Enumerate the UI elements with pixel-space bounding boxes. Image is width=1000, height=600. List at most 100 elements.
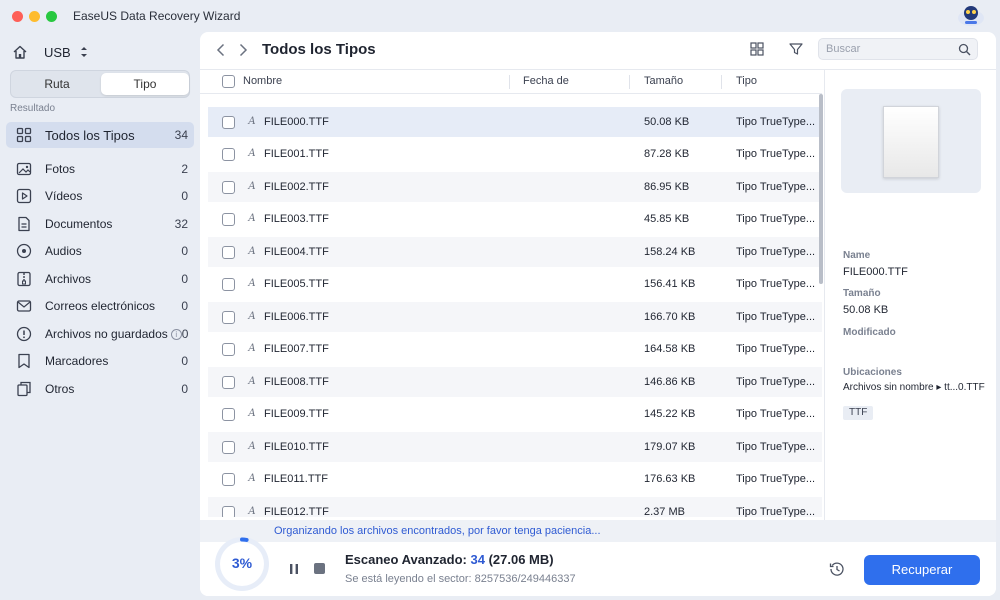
file-size: 87.28 KB (644, 148, 690, 160)
archive-icon (17, 271, 31, 287)
row-checkbox[interactable] (222, 116, 235, 129)
row-checkbox[interactable] (222, 148, 235, 161)
row-checkbox[interactable] (222, 473, 235, 486)
drive-selector[interactable]: USB (12, 42, 192, 62)
file-size: 50.08 KB (644, 116, 690, 128)
column-header-type[interactable]: Tipo (736, 75, 757, 87)
home-icon[interactable] (12, 44, 28, 60)
table-row[interactable]: A FILE012.TTF 2.37 MB Tipo TrueType... (208, 497, 822, 517)
search-icon[interactable] (958, 43, 971, 56)
select-all-checkbox[interactable] (222, 75, 235, 88)
file-list: A FILE000.TTF 50.08 KB Tipo TrueType... … (208, 107, 822, 517)
sidebar-item-bookmarks[interactable]: Marcadores 0 (6, 348, 194, 374)
file-list-scrollbar[interactable] (819, 94, 823, 284)
file-name: FILE004.TTF (264, 246, 329, 258)
sidebar-item-documents[interactable]: Documentos 32 (6, 211, 194, 237)
font-file-icon: A (248, 311, 256, 322)
table-row[interactable]: A FILE000.TTF 50.08 KB Tipo TrueType... (208, 107, 822, 137)
info-icon[interactable]: i (170, 329, 182, 340)
row-checkbox[interactable] (222, 246, 235, 259)
stop-icon[interactable] (314, 563, 325, 574)
row-checkbox[interactable] (222, 408, 235, 421)
table-row[interactable]: A FILE009.TTF 145.22 KB Tipo TrueType... (208, 399, 822, 429)
back-icon[interactable] (214, 42, 228, 58)
file-size: 176.63 KB (644, 473, 696, 485)
file-size: 45.85 KB (644, 213, 690, 225)
row-checkbox[interactable] (222, 441, 235, 454)
maximize-window-button[interactable] (46, 11, 57, 22)
filter-icon[interactable] (788, 41, 804, 57)
row-checkbox[interactable] (222, 376, 235, 389)
column-separator[interactable] (629, 75, 630, 89)
status-strip: Organizando los archivos encontrados, po… (200, 520, 996, 542)
row-checkbox[interactable] (222, 181, 235, 194)
minimize-window-button[interactable] (29, 11, 40, 22)
search-input[interactable] (819, 39, 949, 59)
table-row[interactable]: A FILE007.TTF 164.58 KB Tipo TrueType... (208, 334, 822, 364)
file-name: FILE012.TTF (264, 506, 329, 517)
column-separator[interactable] (509, 75, 510, 89)
recover-button[interactable]: Recuperar (864, 555, 980, 585)
history-icon[interactable] (829, 561, 845, 577)
column-header-size[interactable]: Tamaño (644, 75, 683, 87)
table-row[interactable]: A FILE011.TTF 176.63 KB Tipo TrueType... (208, 464, 822, 494)
file-preview (841, 89, 981, 193)
unsaved-icon (16, 326, 32, 342)
video-icon (16, 188, 32, 204)
font-file-icon: A (248, 116, 256, 127)
table-row[interactable]: A FILE006.TTF 166.70 KB Tipo TrueType... (208, 302, 822, 332)
file-type: Tipo TrueType... (736, 311, 816, 323)
detail-modified-label: Modificado (843, 327, 896, 338)
sidebar-item-unsaved-files[interactable]: Archivos no guardados i 0 (6, 321, 194, 347)
column-header-date[interactable]: Fecha de (523, 75, 569, 87)
sort-updown-icon[interactable] (79, 45, 89, 59)
column-header-name[interactable]: Nombre (243, 75, 282, 87)
file-size: 166.70 KB (644, 311, 696, 323)
grid-view-icon[interactable] (749, 41, 765, 57)
file-type: Tipo TrueType... (736, 408, 816, 420)
font-file-icon: A (248, 343, 256, 354)
row-checkbox[interactable] (222, 506, 235, 517)
table-row[interactable]: A FILE002.TTF 86.95 KB Tipo TrueType... (208, 172, 822, 202)
sidebar-item-audios[interactable]: Audios 0 (6, 238, 194, 264)
sidebar-item-label: Vídeos (45, 189, 83, 203)
table-row[interactable]: A FILE005.TTF 156.41 KB Tipo TrueType... (208, 269, 822, 299)
row-checkbox[interactable] (222, 311, 235, 324)
sidebar-item-label: Otros (45, 382, 75, 396)
close-window-button[interactable] (12, 11, 23, 22)
account-avatar-icon[interactable] (956, 2, 986, 28)
details-panel: Name FILE000.TTF Tamaño 50.08 KB Modific… (825, 70, 996, 520)
sidebar-item-emails[interactable]: Correos electrónicos 0 (6, 293, 194, 319)
sidebar-item-count: 0 (181, 382, 188, 396)
tab-ruta[interactable]: Ruta (13, 73, 101, 95)
file-size: 2.37 MB (644, 506, 685, 517)
table-row[interactable]: A FILE003.TTF 45.85 KB Tipo TrueType... (208, 204, 822, 234)
row-checkbox[interactable] (222, 278, 235, 291)
font-file-icon: A (248, 441, 256, 452)
file-size: 146.86 KB (644, 376, 696, 388)
table-row[interactable]: A FILE008.TTF 146.86 KB Tipo TrueType... (208, 367, 822, 397)
table-row[interactable]: A FILE004.TTF 158.24 KB Tipo TrueType... (208, 237, 822, 267)
column-separator[interactable] (721, 75, 722, 89)
sidebar-item-videos[interactable]: Vídeos 0 (6, 183, 194, 209)
sidebar-item-others[interactable]: Otros 0 (6, 376, 194, 402)
sidebar-item-label: Todos los Tipos (45, 127, 135, 143)
table-row[interactable]: A FILE010.TTF 179.07 KB Tipo TrueType... (208, 432, 822, 462)
row-checkbox[interactable] (222, 343, 235, 356)
sidebar-item-archives[interactable]: Archivos 0 (6, 266, 194, 292)
forward-icon[interactable] (236, 42, 250, 58)
table-row[interactable]: A FILE001.TTF 87.28 KB Tipo TrueType... (208, 139, 822, 169)
sidebar-item-count: 0 (181, 244, 188, 258)
sidebar-item-photos[interactable]: Fotos 2 (6, 156, 194, 182)
other-icon (17, 381, 31, 397)
tab-tipo[interactable]: Tipo (101, 73, 189, 95)
row-checkbox[interactable] (222, 213, 235, 226)
sidebar-item-count: 0 (181, 299, 188, 313)
file-size: 179.07 KB (644, 441, 696, 453)
sidebar-item-all-types[interactable]: Todos los Tipos 34 (6, 122, 194, 148)
font-file-icon: A (248, 506, 256, 517)
file-size: 156.41 KB (644, 278, 696, 290)
detail-name-label: Name (843, 250, 871, 261)
sidebar-item-count: 2 (181, 162, 188, 176)
pause-icon[interactable] (287, 562, 301, 576)
